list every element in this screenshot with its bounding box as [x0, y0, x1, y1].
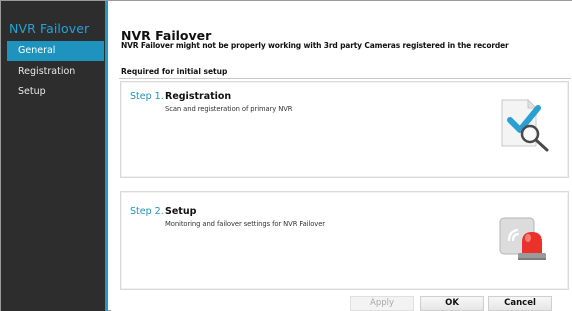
- sidebar-item-label: Registration: [18, 66, 76, 77]
- section-divider: [119, 78, 571, 79]
- nvr-failover-window: NVR Failover General Registration Setup …: [0, 0, 572, 311]
- cancel-button[interactable]: Cancel: [488, 296, 552, 311]
- step-card-setup[interactable]: Step 2. Setup Monitoring and failover se…: [120, 191, 569, 290]
- step-description: Scan and registeration of primary NVR: [165, 105, 293, 113]
- step-number: Step 2.: [130, 206, 164, 217]
- step-number: Step 1.: [130, 91, 164, 102]
- sidebar-item-label: Setup: [18, 86, 46, 97]
- ok-button[interactable]: OK: [420, 296, 484, 311]
- sidebar-item-label: General: [18, 45, 56, 56]
- page-subtitle: NVR Failover might not be properly worki…: [121, 41, 509, 50]
- sidebar-title: NVR Failover: [9, 21, 90, 36]
- step-description: Monitoring and failover settings for NVR…: [165, 220, 325, 228]
- document-magnifier-check-icon: [501, 98, 549, 152]
- main-panel: NVR Failover NVR Failover might not be p…: [111, 1, 572, 311]
- apply-button[interactable]: Apply: [350, 296, 414, 311]
- sidebar-item-registration[interactable]: Registration: [7, 62, 104, 82]
- step-name: Setup: [165, 206, 197, 217]
- sidebar: NVR Failover General Registration Setup: [1, 1, 108, 311]
- step-card-registration[interactable]: Step 1. Registration Scan and registerat…: [120, 81, 569, 178]
- sidebar-item-general[interactable]: General: [7, 41, 104, 61]
- alarm-siren-icon: [499, 217, 546, 260]
- section-label: Required for initial setup: [121, 67, 228, 76]
- sidebar-item-setup[interactable]: Setup: [7, 82, 104, 102]
- step-name: Registration: [165, 91, 232, 102]
